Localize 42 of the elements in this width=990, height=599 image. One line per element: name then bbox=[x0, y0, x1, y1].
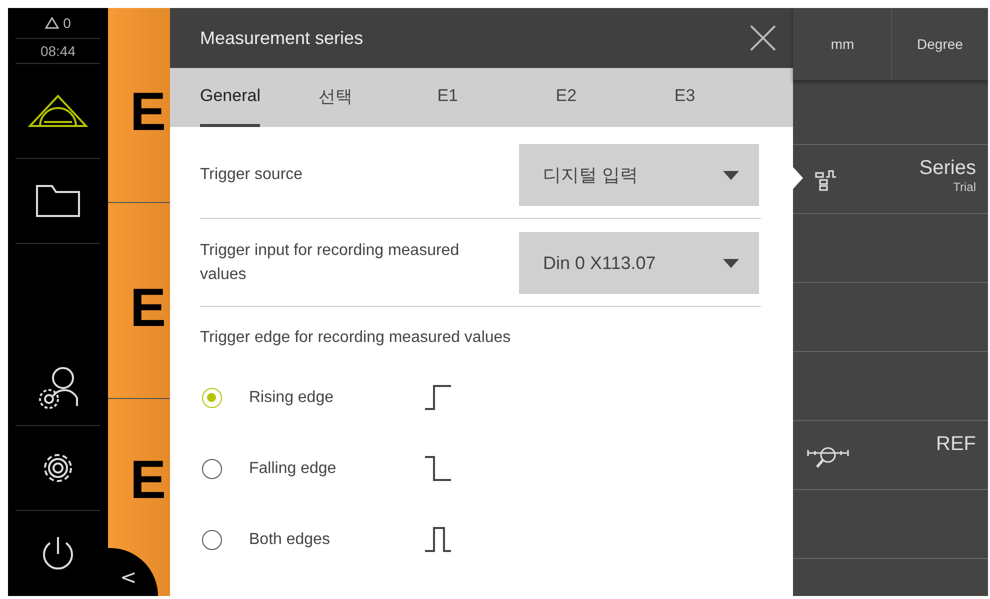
series-row[interactable]: Series Trial bbox=[793, 145, 988, 214]
clock-time: 08:44 bbox=[40, 42, 76, 61]
row-subtitle: Trial bbox=[953, 180, 976, 194]
section-heading: Trigger edge for recording measured values bbox=[200, 328, 512, 348]
radio-button[interactable] bbox=[202, 458, 222, 478]
close-button[interactable] bbox=[750, 25, 776, 51]
tab[interactable]: General bbox=[200, 68, 319, 127]
option-label: Rising edge bbox=[249, 388, 334, 406]
unit-button[interactable]: Degree bbox=[891, 8, 988, 80]
radio-button[interactable] bbox=[202, 388, 222, 408]
caret-down-icon bbox=[723, 170, 739, 180]
unit-button[interactable]: mm bbox=[794, 8, 891, 80]
warning-triangle-icon bbox=[45, 17, 60, 29]
field-label: Trigger input for recording measured values bbox=[200, 241, 460, 285]
feature-tile[interactable]: E bbox=[108, 8, 170, 204]
both-edge-signal-icon bbox=[424, 526, 452, 553]
dropdown-field[interactable]: 디지털 입력 bbox=[519, 144, 759, 206]
tab[interactable]: E3 bbox=[674, 68, 793, 127]
back-button[interactable]: < bbox=[108, 548, 158, 596]
warning-count: 0 bbox=[63, 15, 71, 31]
tab[interactable]: E2 bbox=[556, 68, 674, 127]
magnifier-scale-icon bbox=[807, 447, 849, 469]
radio-button[interactable] bbox=[202, 530, 222, 550]
protractor-triangle-icon bbox=[28, 94, 88, 128]
tab[interactable]: E1 bbox=[437, 68, 556, 127]
dialog-title: Measurement series bbox=[200, 28, 364, 48]
feature-tile[interactable]: E bbox=[108, 203, 170, 399]
option-label: Falling edge bbox=[249, 460, 338, 478]
dropdown-field[interactable]: Din 0 X113.07 bbox=[519, 232, 759, 294]
rising-edge-signal-icon bbox=[424, 384, 452, 411]
row-title: Series bbox=[919, 157, 976, 180]
row-title: REF bbox=[936, 433, 976, 456]
option-label: Both edges bbox=[249, 530, 331, 548]
falling-edge-signal-icon bbox=[424, 455, 452, 482]
series-icon bbox=[815, 169, 837, 191]
caret-down-icon bbox=[723, 258, 739, 268]
close-icon bbox=[750, 25, 776, 51]
feature-tile[interactable]: E bbox=[108, 398, 170, 548]
ref-row[interactable]: REF bbox=[793, 421, 988, 490]
folder-icon bbox=[35, 184, 81, 218]
field-label: Trigger source bbox=[200, 165, 304, 185]
tab[interactable]: 선택 bbox=[318, 68, 438, 127]
